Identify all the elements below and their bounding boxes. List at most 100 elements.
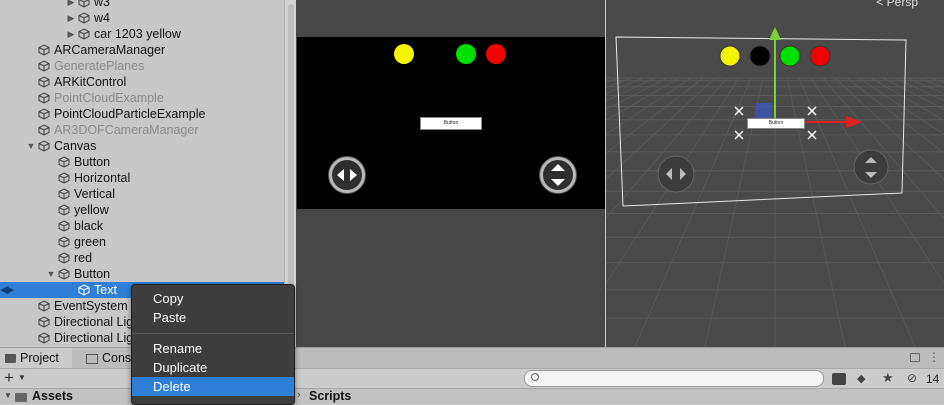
grid-line: [606, 77, 728, 220]
grid-line: [606, 77, 692, 135]
gameobject-cube-icon: [78, 12, 90, 24]
gameobject-cube-icon: [58, 172, 70, 184]
hierarchy-item-label: yellow: [74, 203, 109, 217]
game-button[interactable]: Button: [420, 117, 482, 130]
hierarchy-item[interactable]: Vertical: [0, 186, 284, 202]
gameobject-cube-icon: [78, 284, 90, 296]
assets-folder-label[interactable]: Assets: [32, 389, 73, 403]
tab-project[interactable]: Project: [0, 348, 72, 369]
scene-button[interactable]: Button: [747, 118, 805, 129]
collapsed-arrow-icon[interactable]: ▶: [66, 0, 76, 10]
hierarchy-item[interactable]: ▼ Button: [0, 266, 284, 282]
hierarchy-item[interactable]: AR3DOFCameraManager: [0, 122, 284, 138]
hierarchy-item-label: green: [74, 235, 106, 249]
hierarchy-item-label: Vertical: [74, 187, 115, 201]
more-menu-icon[interactable]: ⋮: [928, 350, 940, 364]
gameobject-cube-icon: [58, 204, 70, 216]
search-icon: [531, 373, 539, 381]
collapsed-arrow-icon[interactable]: ▶: [66, 26, 76, 42]
hierarchy-item[interactable]: black: [0, 218, 284, 234]
gameobject-cube-icon: [38, 140, 50, 152]
tab-console[interactable]: Cons: [82, 348, 132, 369]
hierarchy-item[interactable]: ▶ car 1203 yellow: [0, 26, 284, 42]
hierarchy-item[interactable]: PointCloudParticleExample: [0, 106, 284, 122]
hierarchy-item-label: Button: [74, 267, 111, 281]
hierarchy-item[interactable]: yellow: [0, 202, 284, 218]
gameobject-cube-icon: [58, 156, 70, 168]
hierarchy-item[interactable]: red: [0, 250, 284, 266]
hierarchy-item[interactable]: ARCameraManager: [0, 42, 284, 58]
breadcrumb-scripts[interactable]: Scripts: [309, 389, 351, 403]
hierarchy-item[interactable]: ARKitControl: [0, 74, 284, 90]
hierarchy-item[interactable]: GeneratePlanes: [0, 58, 284, 74]
hierarchy-item[interactable]: ▶ w4: [0, 10, 284, 26]
hidden-packages-icon[interactable]: ⊘: [907, 371, 923, 385]
tab-project-label: Project: [20, 351, 59, 365]
add-label: +: [4, 368, 14, 387]
yellow-light: [719, 45, 741, 67]
hierarchy-item-label: black: [74, 219, 104, 233]
grid-line: [858, 77, 944, 135]
right-arrow-icon: [350, 169, 357, 181]
grid-line: [606, 77, 716, 180]
hierarchy-item[interactable]: green: [0, 234, 284, 250]
hierarchy-item[interactable]: Button: [0, 154, 284, 170]
gameobject-cube-icon: [58, 188, 70, 200]
gameobject-cube-icon: [38, 44, 50, 56]
vertical-joystick[interactable]: [539, 156, 577, 194]
add-button[interactable]: + ▼: [4, 368, 30, 388]
hierarchy-item-label: w3: [94, 0, 110, 9]
prefab-marker-icon: ◀▸: [0, 284, 14, 296]
chevron-down-icon: ▼: [18, 373, 26, 382]
hierarchy-item-label: Horizontal: [74, 171, 131, 185]
hierarchy-item-label: AR3DOFCameraManager: [54, 123, 199, 137]
menu-item-label: Delete: [153, 379, 191, 394]
label-tag-icon[interactable]: ◆: [857, 373, 869, 385]
menu-item-rename[interactable]: Rename: [132, 339, 294, 358]
hierarchy-item-label: red: [74, 251, 93, 265]
hierarchy-item-label: Text: [94, 283, 117, 297]
gizmo-x-arrow-icon: [846, 116, 862, 128]
menu-item-copy[interactable]: Copy: [132, 289, 294, 308]
red-light: [809, 45, 831, 67]
rect-handle: [734, 106, 744, 116]
expanded-arrow-icon[interactable]: ▼: [26, 138, 36, 154]
grid-line: [870, 77, 944, 121]
gameobject-cube-icon: [38, 316, 50, 328]
assets-folder-icon: [15, 393, 27, 402]
black-light: [749, 45, 771, 67]
gameobject-cube-icon: [78, 28, 90, 40]
hierarchy-item[interactable]: Horizontal: [0, 170, 284, 186]
scene-canvas[interactable]: [606, 0, 944, 347]
scene-button-text: Button: [768, 120, 784, 126]
persp-label[interactable]: < Persp: [876, 0, 918, 9]
game-screen[interactable]: Button: [297, 37, 605, 209]
scene-view[interactable]: < Persp Button: [606, 0, 944, 347]
gameobject-cube-icon: [58, 236, 70, 248]
gameobject-cube-icon: [38, 76, 50, 88]
expanded-arrow-icon[interactable]: ▼: [46, 266, 56, 282]
down-arrow-icon: [551, 179, 565, 186]
gameobject-cube-icon: [38, 332, 50, 344]
folder-expand-arrow-icon[interactable]: ▼: [4, 391, 12, 400]
context-menu: Copy Paste Rename Duplicate Delete: [131, 284, 295, 405]
menu-item-duplicate[interactable]: Duplicate: [132, 358, 294, 377]
hierarchy-item[interactable]: PointCloudExample: [0, 90, 284, 106]
grid-line: [606, 77, 668, 110]
hierarchy-item-label: GeneratePlanes: [54, 59, 145, 73]
filter-by-type-icon[interactable]: [832, 373, 846, 385]
hierarchy-item-label: w4: [94, 11, 110, 25]
hierarchy-item[interactable]: ▶ w3: [0, 0, 284, 10]
lock-icon[interactable]: [910, 353, 920, 362]
hierarchy-item[interactable]: ▼ Canvas: [0, 138, 284, 154]
search-input[interactable]: [524, 370, 824, 387]
hierarchy-item-label: ARKitControl: [54, 75, 127, 89]
menu-item-paste[interactable]: Paste: [132, 308, 294, 327]
gameobject-cube-icon: [58, 220, 70, 232]
favorites-star-icon[interactable]: ★: [882, 371, 896, 385]
collapsed-arrow-icon[interactable]: ▶: [66, 10, 76, 26]
gameobject-cube-icon: [38, 92, 50, 104]
green-light: [779, 45, 801, 67]
horizontal-joystick[interactable]: [328, 156, 366, 194]
menu-item-delete[interactable]: Delete: [132, 377, 294, 396]
